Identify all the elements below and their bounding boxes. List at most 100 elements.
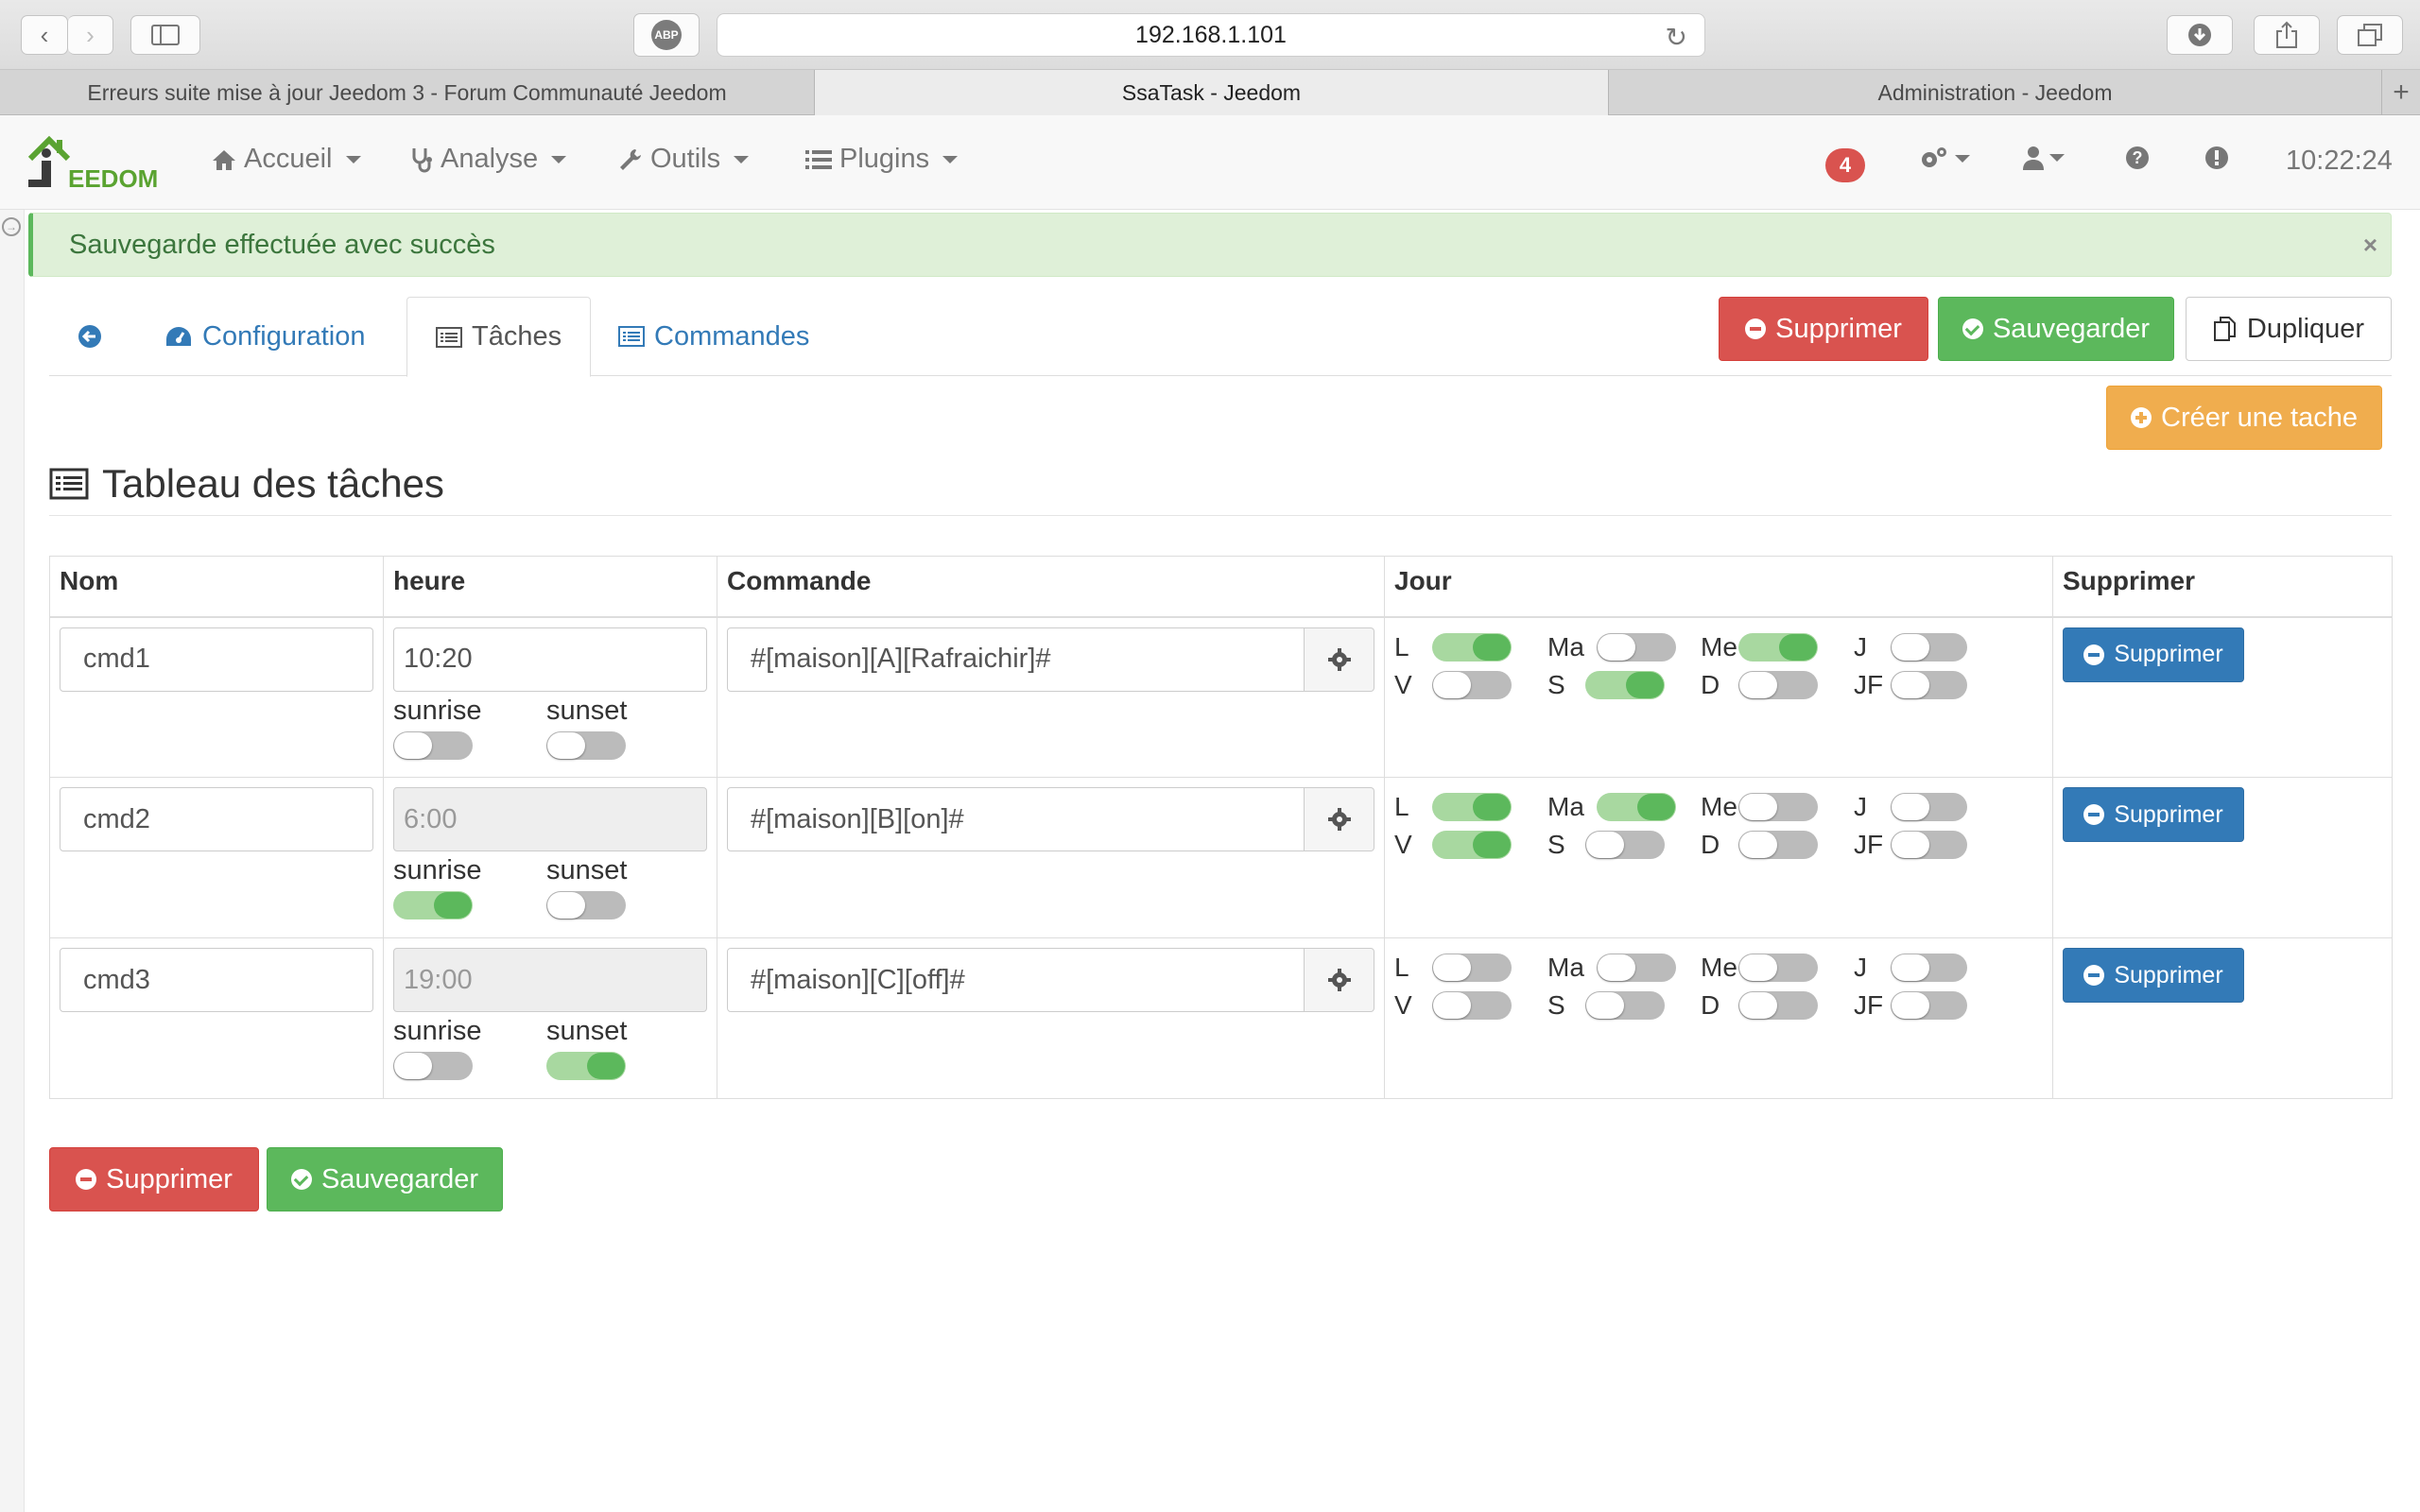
sunrise-toggle[interactable] [393, 1052, 473, 1081]
day-toggle-ma[interactable] [1597, 632, 1676, 662]
heure-input: 19:00 [393, 948, 707, 1012]
day-toggle-d[interactable] [1738, 991, 1818, 1020]
day-toggle-ma[interactable] [1597, 793, 1676, 821]
help-button[interactable]: ? [2125, 146, 2150, 170]
user-menu[interactable] [2023, 146, 2065, 170]
commande-input[interactable]: #[maison][B][on]# [727, 787, 1305, 851]
sunrise-toggle[interactable] [393, 891, 473, 920]
nom-input[interactable]: cmd2 [60, 787, 373, 851]
day-toggle-d[interactable] [1738, 670, 1818, 699]
day-toggle-v[interactable] [1432, 831, 1512, 859]
day-toggle-d[interactable] [1738, 831, 1818, 859]
row-supprimer-button[interactable]: Supprimer [2063, 627, 2244, 682]
day-toggle-l[interactable] [1432, 954, 1512, 982]
gear-icon[interactable] [1305, 948, 1374, 1012]
day-label: S [1547, 669, 1565, 699]
tabs-overview-icon[interactable] [2337, 15, 2403, 55]
day-toggle-jf[interactable] [1890, 991, 1967, 1020]
sunrise-toggle[interactable] [393, 730, 473, 760]
cell-commande: #[maison][A][Rafraichir]# [717, 616, 1385, 778]
downloads-icon[interactable] [2167, 15, 2233, 55]
jeedom-logo[interactable]: EEDOM [26, 132, 168, 195]
day-toggle-j[interactable] [1890, 954, 1967, 982]
sunset-toggle[interactable] [546, 730, 626, 760]
nav-accueil[interactable]: Accueil [212, 144, 361, 175]
day-toggle-jf[interactable] [1890, 831, 1967, 859]
back-button[interactable] [78, 297, 102, 376]
cell-jour: L Ma Me J V S D JF [1384, 777, 2053, 938]
sunset-toggle[interactable] [546, 1052, 626, 1081]
dupliquer-button[interactable]: Dupliquer [2186, 297, 2392, 361]
left-collapse-strip[interactable]: → [0, 210, 25, 1512]
sidebar-toggle-icon[interactable] [130, 15, 200, 55]
day-toggle-v[interactable] [1432, 991, 1512, 1020]
sunrise-group: sunrise [393, 855, 546, 920]
supprimer-button[interactable]: Supprimer [1719, 297, 1928, 361]
cell-supprimer: Supprimer [2052, 777, 2393, 938]
cell-heure: 19:00 sunrise sunset [383, 937, 717, 1099]
day-j: J [1854, 791, 1967, 823]
gear-icon[interactable] [1305, 787, 1374, 851]
reload-icon[interactable]: ↻ [1666, 22, 1687, 53]
browser-tab-active[interactable]: SsaTask - Jeedom [815, 70, 1609, 115]
commande-input[interactable]: #[maison][C][off]# [727, 948, 1305, 1012]
nav-analyse[interactable]: Analyse [410, 144, 567, 175]
nom-input[interactable]: cmd1 [60, 627, 373, 692]
day-toggle-v[interactable] [1432, 670, 1512, 699]
browser-tab[interactable]: Erreurs suite mise à jour Jeedom 3 - For… [0, 70, 815, 115]
day-v: V [1394, 989, 1547, 1022]
header-commande: Commande [717, 556, 1385, 618]
back-icon[interactable]: ‹ [21, 15, 68, 55]
browser-tab[interactable]: Administration - Jeedom [1609, 70, 2382, 115]
gear-icon[interactable] [1305, 627, 1374, 692]
expand-arrow-icon[interactable]: → [2, 217, 21, 236]
nav-plugins[interactable]: Plugins [805, 144, 959, 175]
day-toggle-s[interactable] [1585, 991, 1665, 1020]
heure-input: 6:00 [393, 787, 707, 851]
settings-menu[interactable] [1919, 146, 1970, 172]
tab-taches[interactable]: Tâches [406, 297, 592, 377]
minus-circle-icon [1745, 318, 1767, 339]
day-l: L [1394, 952, 1547, 984]
commande-input[interactable]: #[maison][A][Rafraichir]# [727, 627, 1305, 692]
day-toggle-j[interactable] [1890, 632, 1967, 662]
sauvegarder-button[interactable]: Sauvegarder [1938, 297, 2174, 361]
table-row: cmd3 19:00 sunrise sunset #[maison][C][off]#… [49, 937, 2393, 1099]
share-icon[interactable] [2254, 15, 2320, 55]
nav-outils[interactable]: Outils [618, 144, 750, 175]
day-toggle-l[interactable] [1432, 632, 1512, 662]
day-toggle-s[interactable] [1585, 670, 1665, 699]
day-toggle-ma[interactable] [1597, 954, 1676, 982]
day-toggle-j[interactable] [1890, 793, 1967, 821]
day-toggle-s[interactable] [1585, 831, 1665, 859]
day-label: S [1547, 990, 1565, 1020]
caret-down-icon [734, 155, 750, 163]
bottom-supprimer-button[interactable]: Supprimer [49, 1147, 259, 1211]
messages-button[interactable] [2204, 146, 2229, 170]
creer-tache-button[interactable]: Créer une tache [2106, 386, 2382, 450]
day-toggle-me[interactable] [1738, 793, 1818, 821]
notification-badge[interactable]: 4 [1825, 148, 1865, 182]
day-d: D [1701, 989, 1854, 1022]
day-s: S [1547, 669, 1701, 701]
tab-commandes[interactable]: Commandes [618, 297, 809, 376]
tab-configuration[interactable]: Configuration [164, 297, 366, 376]
day-toggle-l[interactable] [1432, 793, 1512, 821]
day-label: Ma [1547, 953, 1584, 982]
day-label: L [1394, 792, 1409, 821]
day-toggle-me[interactable] [1738, 954, 1818, 982]
row-supprimer-button[interactable]: Supprimer [2063, 787, 2244, 842]
day-toggle-me[interactable] [1738, 632, 1818, 662]
adblock-button[interactable]: ABP [633, 13, 700, 57]
bottom-sauvegarder-button[interactable]: Sauvegarder [267, 1147, 503, 1211]
new-tab-button[interactable]: + [2382, 70, 2420, 114]
heure-input[interactable]: 10:20 [393, 627, 707, 692]
day-v: V [1394, 669, 1547, 701]
sunset-toggle[interactable] [546, 891, 626, 920]
address-bar[interactable]: 192.168.1.101 ↻ [717, 13, 1705, 57]
nom-input[interactable]: cmd3 [60, 948, 373, 1012]
row-supprimer-button[interactable]: Supprimer [2063, 948, 2244, 1003]
alert-close-icon[interactable]: × [2363, 231, 2377, 260]
day-toggle-jf[interactable] [1890, 670, 1967, 699]
forward-icon[interactable]: › [68, 15, 113, 55]
